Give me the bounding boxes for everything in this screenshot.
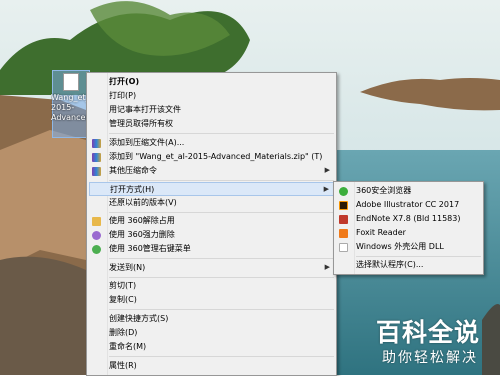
menu-item-other-compress[interactable]: 其他压缩命令 ▶: [89, 164, 334, 178]
winrar-icon: [92, 167, 101, 176]
browser-360-icon: [339, 187, 348, 196]
winrar-icon: [92, 153, 101, 162]
file-icon-label: Wang_et_al-2015-Advanced_Materials: [51, 93, 91, 122]
separator: [109, 133, 334, 134]
menu-item-properties[interactable]: 属性(R): [89, 359, 334, 373]
chevron-right-icon: ▶: [324, 166, 330, 174]
baike-watermark: 百科全说 助你轻松解决: [368, 313, 494, 369]
endnote-icon: [339, 215, 348, 224]
menu-item-add-zip[interactable]: 添加到 "Wang_et_al-2015-Advanced_Materials.…: [89, 150, 334, 164]
desktop-file-icon[interactable]: Wang_et_al-2015-Advanced_Materials: [51, 70, 91, 138]
watermark-title: 百科全说: [376, 318, 481, 347]
separator: [109, 277, 334, 278]
separator: [109, 356, 334, 357]
menu-item-open[interactable]: 打开(O): [89, 75, 334, 89]
separator: [109, 309, 334, 310]
separator: [356, 256, 481, 257]
separator: [109, 180, 334, 181]
open-with-foxit[interactable]: Foxit Reader: [336, 226, 481, 240]
chevron-right-icon: ▶: [324, 263, 330, 271]
folder-icon: [92, 217, 101, 226]
360-icon: [92, 245, 101, 254]
open-with-360-browser[interactable]: 360安全浏览器: [336, 184, 481, 198]
foxit-icon: [339, 229, 348, 238]
menu-item-print[interactable]: 打印(P): [89, 89, 334, 103]
open-with-illustrator[interactable]: Adobe Illustrator CC 2017: [336, 198, 481, 212]
menu-item-delete[interactable]: 删除(D): [89, 326, 334, 340]
menu-item-360-force-delete[interactable]: 使用 360强力删除: [89, 228, 334, 242]
menu-item-restore-versions[interactable]: 还原以前的版本(V): [89, 196, 334, 210]
menu-item-360-manage-menu[interactable]: 使用 360管理右键菜单: [89, 242, 334, 256]
menu-item-create-shortcut[interactable]: 创建快捷方式(S): [89, 312, 334, 326]
open-with-shell-dll[interactable]: Windows 外壳公用 DLL: [336, 240, 481, 254]
illustrator-icon: [339, 201, 348, 210]
menu-item-open-with[interactable]: 打开方式(H) ▶: [89, 182, 334, 196]
menu-item-rename[interactable]: 重命名(M): [89, 340, 334, 354]
separator: [109, 212, 334, 213]
shell-dll-icon: [339, 243, 348, 252]
choose-default-program[interactable]: 选择默认程序(C)...: [336, 258, 481, 272]
chevron-right-icon: ▶: [323, 185, 329, 193]
watermark-subtitle: 助你轻松解决: [382, 350, 478, 366]
open-with-submenu: 360安全浏览器 Adobe Illustrator CC 2017 EndNo…: [333, 181, 484, 275]
winrar-icon: [92, 139, 101, 148]
open-with-endnote[interactable]: EndNote X7.8 (Bld 11583): [336, 212, 481, 226]
menu-item-take-ownership[interactable]: 管理员取得所有权: [89, 117, 334, 131]
shredder-icon: [92, 231, 101, 240]
menu-item-360-unlock[interactable]: 使用 360解除占用: [89, 214, 334, 228]
menu-item-cut[interactable]: 剪切(T): [89, 279, 334, 293]
separator: [109, 258, 334, 259]
menu-item-add-archive[interactable]: 添加到压缩文件(A)...: [89, 136, 334, 150]
context-menu: 打开(O) 打印(P) 用记事本打开该文件 管理员取得所有权 添加到压缩文件(A…: [86, 72, 337, 376]
document-icon: [63, 73, 79, 91]
menu-item-copy[interactable]: 复制(C): [89, 293, 334, 307]
menu-item-open-notepad[interactable]: 用记事本打开该文件: [89, 103, 334, 117]
menu-item-send-to[interactable]: 发送到(N) ▶: [89, 261, 334, 275]
